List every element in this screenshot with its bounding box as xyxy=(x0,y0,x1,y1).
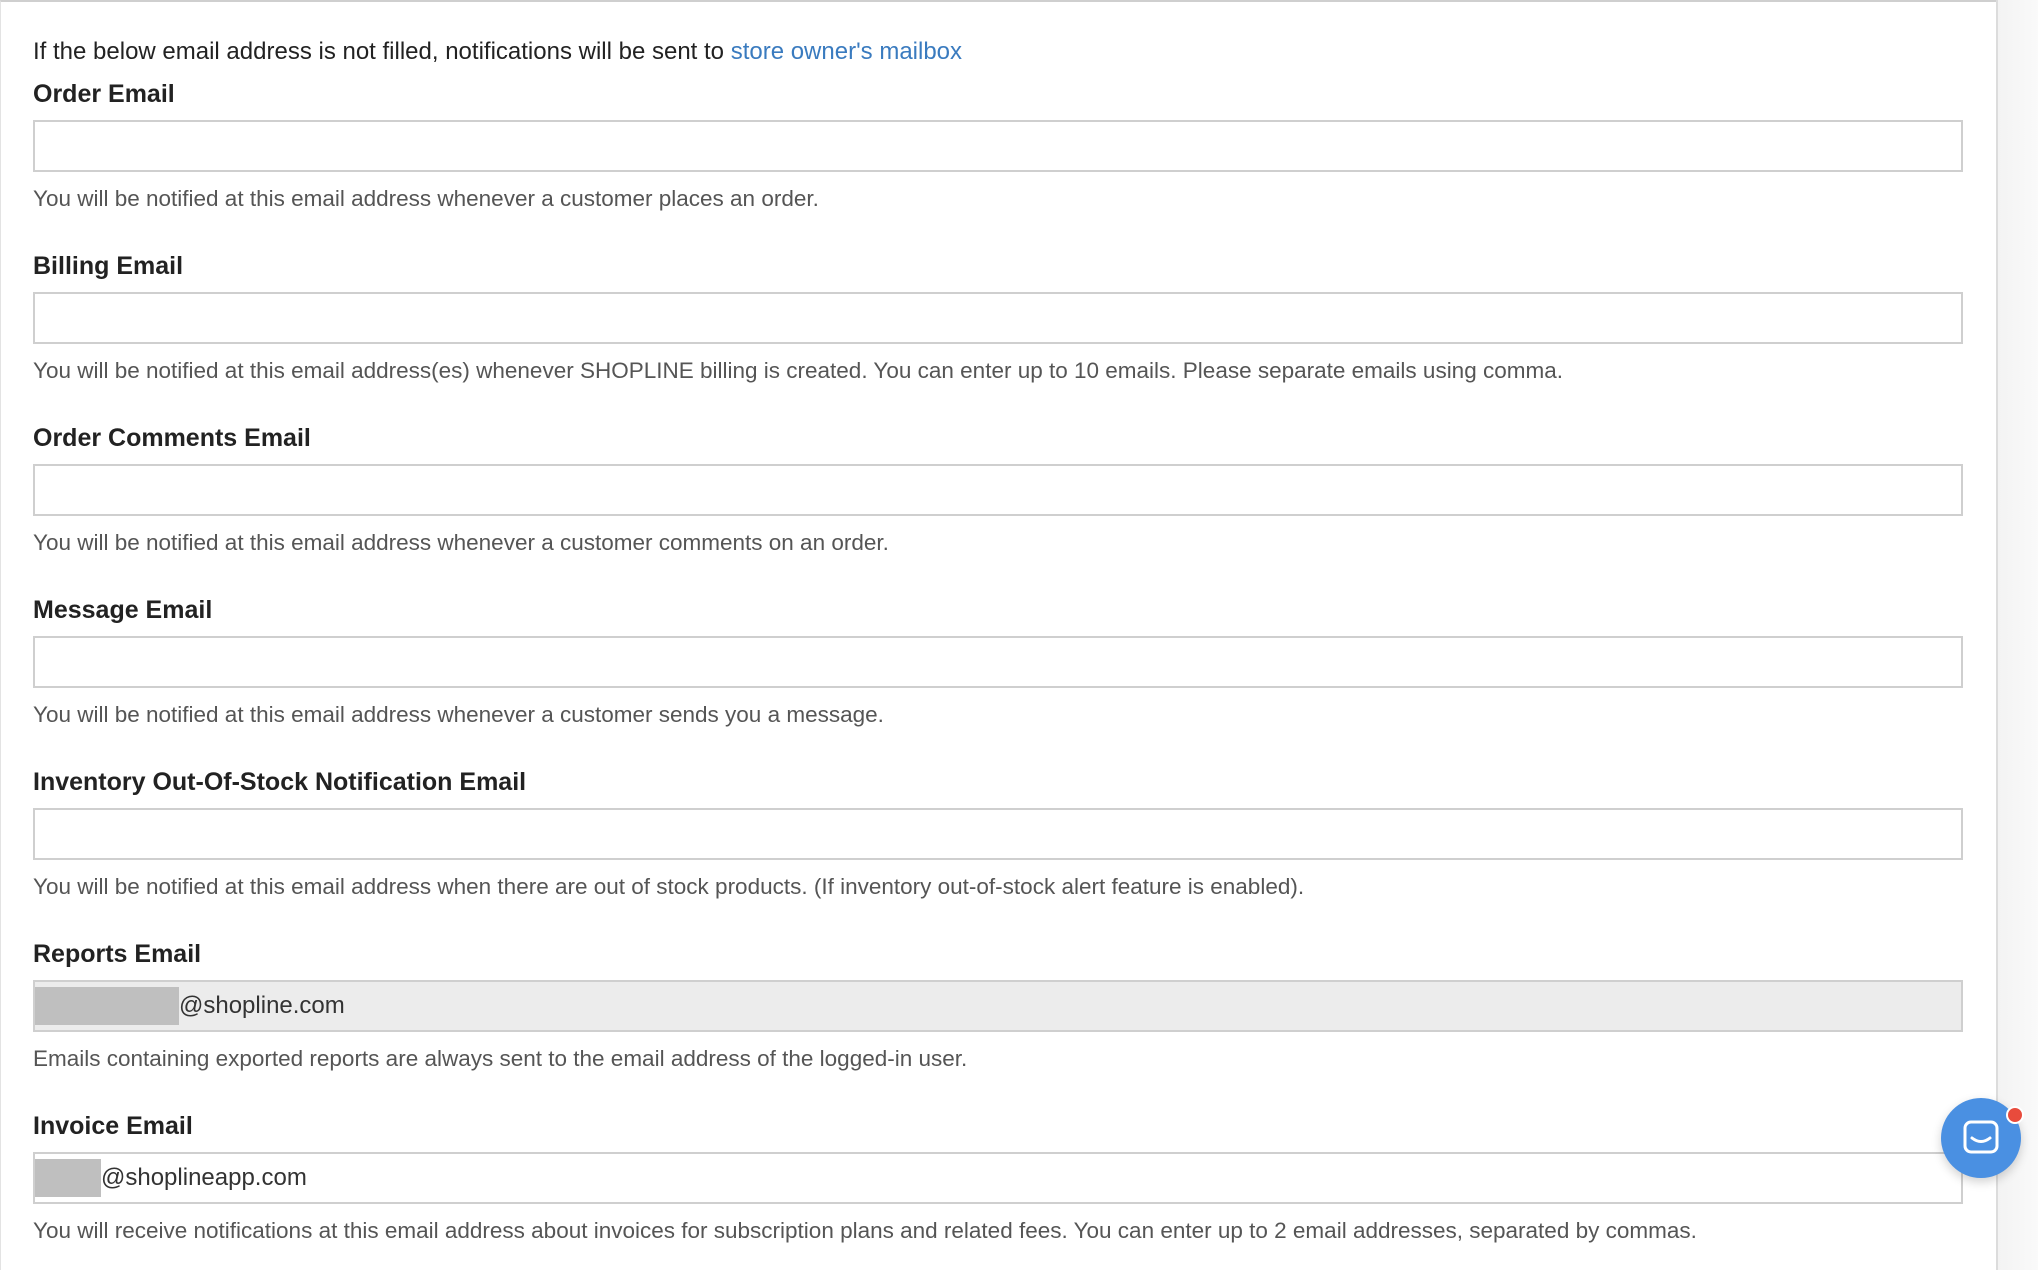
invoice-email-value: @shoplineapp.com xyxy=(101,1164,307,1191)
notification-dot xyxy=(2006,1106,2024,1124)
email-settings-form: If the below email address is not filled… xyxy=(33,36,1963,1282)
inventory-email-field: Inventory Out-Of-Stock Notification Emai… xyxy=(33,766,1963,902)
invoice-email-help: You will receive notifications at this e… xyxy=(33,1218,1697,1243)
reports-email-value: @shopline.com xyxy=(179,992,345,1019)
message-email-field: Message Email You will be notified at th… xyxy=(33,594,1963,730)
order-email-input[interactable] xyxy=(33,120,1963,172)
invoice-email-field: Invoice Email @shoplineapp.com You will … xyxy=(33,1110,1963,1246)
order-comments-email-field: Order Comments Email You will be notifie… xyxy=(33,422,1963,558)
message-email-help: You will be notified at this email addre… xyxy=(33,702,884,727)
message-email-label: Message Email xyxy=(33,596,213,624)
intro-message: If the below email address is not filled… xyxy=(33,38,731,65)
order-comments-email-input[interactable] xyxy=(33,464,1963,516)
redacted-username xyxy=(35,1159,101,1197)
order-email-label: Order Email xyxy=(33,80,175,108)
chat-bubble-icon xyxy=(1963,1120,1999,1154)
reports-email-label: Reports Email xyxy=(33,940,202,968)
redacted-username xyxy=(35,987,179,1025)
inventory-email-input[interactable] xyxy=(33,808,1963,860)
billing-email-help: You will be notified at this email addre… xyxy=(33,358,1563,383)
reports-email-help: Emails containing exported reports are a… xyxy=(33,1046,968,1071)
reports-email-field: Reports Email @shopline.com Emails conta… xyxy=(33,938,1963,1074)
invoice-email-input[interactable]: @shoplineapp.com xyxy=(33,1152,1963,1204)
billing-email-field: Billing Email You will be notified at th… xyxy=(33,250,1963,386)
order-email-field: Order Email You will be notified at this… xyxy=(33,78,1963,214)
reports-email-input: @shopline.com xyxy=(33,980,1963,1032)
order-comments-email-label: Order Comments Email xyxy=(33,424,311,452)
message-email-input[interactable] xyxy=(33,636,1963,688)
invoice-email-label: Invoice Email xyxy=(33,1112,193,1140)
inventory-email-help: You will be notified at this email addre… xyxy=(33,874,1305,899)
inventory-email-label: Inventory Out-Of-Stock Notification Emai… xyxy=(33,768,527,796)
order-email-help: You will be notified at this email addre… xyxy=(33,186,819,211)
order-comments-email-help: You will be notified at this email addre… xyxy=(33,530,889,555)
billing-email-input[interactable] xyxy=(33,292,1963,344)
billing-email-label: Billing Email xyxy=(33,252,184,280)
intro-text: If the below email address is not filled… xyxy=(33,36,1963,68)
page-scroll-rail xyxy=(1996,0,2038,1270)
store-owner-mailbox-link[interactable]: store owner's mailbox xyxy=(731,38,962,65)
